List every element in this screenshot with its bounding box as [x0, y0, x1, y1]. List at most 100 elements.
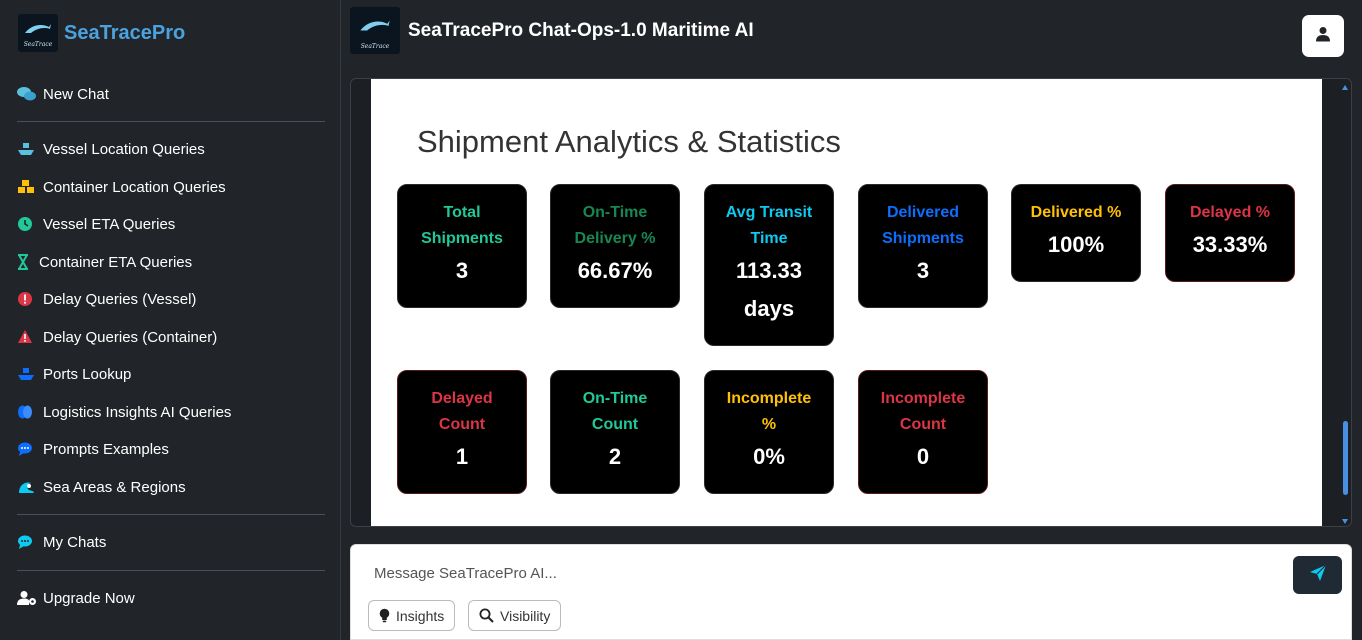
ship-icon	[17, 141, 39, 157]
brand-logo: SeaTrace	[18, 14, 58, 52]
sidebar-item-vessel-eta[interactable]: Vessel ETA Queries	[17, 213, 175, 235]
stat-card-on-time-count: On-Time Count 2	[550, 370, 680, 494]
sidebar-item-label: Delay Queries (Container)	[43, 328, 218, 346]
sidebar-item-ports-lookup[interactable]: Ports Lookup	[17, 363, 131, 385]
stat-card-avg-transit-time: Avg Transit Time 113.33 days	[704, 184, 834, 346]
stat-card-title: On-Time Count	[582, 390, 648, 433]
sidebar: SeaTrace SeaTracePro New Chat Vessel Loc…	[0, 0, 341, 640]
my-chats-label: My Chats	[43, 533, 107, 551]
scroll-up-arrow-icon[interactable]	[1342, 85, 1348, 90]
clock-icon	[17, 216, 39, 232]
stat-card-value: 3	[455, 258, 469, 283]
sidebar-item-container-location[interactable]: Container Location Queries	[17, 176, 226, 198]
new-chat-button[interactable]: New Chat	[17, 83, 109, 105]
stat-card-title: Incomplete%	[726, 390, 812, 433]
sidebar-item-label: Delay Queries (Vessel)	[43, 290, 197, 308]
page-title: SeaTracePro Chat-Ops-1.0 Maritime AI	[408, 20, 754, 41]
upgrade-now-label: Upgrade Now	[43, 589, 135, 607]
wave-icon	[17, 479, 39, 495]
message-input[interactable]	[374, 565, 1274, 582]
message-composer: Insights Visibility	[350, 544, 1352, 640]
upgrade-now-button[interactable]: Upgrade Now	[17, 587, 135, 609]
stat-card-title: On-Time Delivery %	[574, 204, 656, 247]
stat-card-on-time-delivery: On-Time Delivery % 66.67%	[550, 184, 680, 308]
sidebar-item-label: Sea Areas & Regions	[43, 478, 186, 496]
dolphin-icon	[23, 21, 53, 40]
brand-logo-text: SeaTrace	[23, 41, 53, 48]
sidebar-item-delay-container[interactable]: Delay Queries (Container)	[17, 326, 217, 348]
stat-card-incomplete-count: Incomplete Count 0	[858, 370, 988, 494]
visibility-chip[interactable]: Visibility	[468, 600, 562, 631]
stat-card-value: 0	[916, 444, 930, 469]
brand-name: SeaTracePro	[64, 21, 186, 44]
stat-card-value: 100%	[1047, 232, 1105, 257]
stat-card-value: 3	[916, 258, 930, 283]
send-button[interactable]	[1293, 556, 1342, 594]
sidebar-item-label: Container ETA Queries	[39, 253, 193, 271]
visibility-chip-label: Visibility	[500, 607, 551, 624]
stat-card-total-shipments: Total Shipments 3	[397, 184, 527, 308]
stat-card-title: Delivered Shipments	[882, 204, 964, 247]
lightbulb-icon	[379, 608, 390, 623]
insights-chip[interactable]: Insights	[368, 600, 456, 631]
sidebar-item-label: Logistics Insights AI Queries	[43, 403, 232, 421]
chat-scrollbar[interactable]	[1339, 79, 1351, 526]
sidebar-item-vessel-location[interactable]: Vessel Location Queries	[17, 138, 205, 160]
stat-card-value: 0%	[753, 444, 785, 469]
stat-card-delivered-shipments: Delivered Shipments 3	[858, 184, 988, 308]
scrollbar-thumb[interactable]	[1343, 421, 1348, 495]
section-title: Shipment Analytics & Statistics	[417, 124, 841, 159]
stat-card-value: 2	[608, 444, 622, 469]
chat-bubbles-icon	[17, 86, 39, 102]
user-gear-icon	[17, 590, 39, 606]
header-logo: SeaTrace	[350, 7, 400, 54]
sidebar-item-label: Vessel ETA Queries	[43, 215, 176, 233]
new-chat-label: New Chat	[43, 85, 109, 103]
message-content: Shipment Analytics & Statistics Total Shi…	[371, 79, 1322, 526]
brain-icon	[17, 404, 39, 420]
stat-card-value: 66.67%	[577, 258, 653, 283]
stat-card-value: 1	[455, 444, 469, 469]
sidebar-item-container-eta[interactable]: Container ETA Queries	[17, 251, 192, 273]
stat-card-incomplete-percent: Incomplete% 0%	[704, 370, 834, 494]
stat-card-delayed-percent: Delayed % 33.33%	[1165, 184, 1295, 282]
sidebar-divider	[17, 514, 325, 515]
dolphin-icon	[357, 17, 393, 38]
stat-card-delayed-count: Delayed Count 1	[397, 370, 527, 494]
hourglass-icon	[17, 254, 35, 270]
stat-card-delivered-percent: Delivered % 100%	[1011, 184, 1141, 282]
sidebar-divider	[17, 570, 325, 571]
paper-plane-icon	[1309, 564, 1327, 587]
sidebar-item-label: Container Location Queries	[43, 178, 226, 196]
stat-card-title: Delayed %	[1189, 204, 1271, 221]
stat-card-title: Total Shipments	[421, 204, 503, 247]
stat-card-title: Delivered %	[1030, 204, 1122, 221]
search-icon	[479, 608, 494, 623]
port-icon	[17, 366, 39, 382]
insights-chip-label: Insights	[396, 607, 445, 624]
chat-panel: Shipment Analytics & Statistics Total Shi…	[350, 78, 1352, 527]
user-menu-button[interactable]	[1302, 15, 1344, 57]
sidebar-divider	[17, 121, 325, 122]
sidebar-item-logistics-insights[interactable]: Logistics Insights AI Queries	[17, 401, 231, 423]
sidebar-item-prompts-examples[interactable]: Prompts Examples	[17, 438, 169, 460]
my-chats-button[interactable]: My Chats	[17, 531, 106, 553]
alert-circle-icon	[17, 291, 39, 307]
sidebar-item-delay-vessel[interactable]: Delay Queries (Vessel)	[17, 288, 196, 310]
chat-bubble-icon	[17, 534, 39, 550]
sidebar-item-label: Prompts Examples	[43, 440, 169, 458]
user-icon	[1315, 26, 1331, 47]
scroll-down-arrow-icon[interactable]	[1342, 519, 1348, 524]
stat-card-title: Avg Transit Time	[725, 204, 813, 247]
warning-icon	[17, 329, 39, 345]
brand[interactable]: SeaTrace SeaTracePro	[18, 14, 185, 52]
sidebar-item-label: Vessel Location Queries	[43, 140, 205, 158]
stat-card-title: Incomplete Count	[880, 390, 966, 433]
sidebar-item-sea-areas[interactable]: Sea Areas & Regions	[17, 476, 186, 498]
containers-icon	[17, 179, 39, 195]
sidebar-item-label: Ports Lookup	[43, 365, 132, 383]
stat-card-value: 113.33 days	[735, 258, 803, 321]
stat-card-value: 33.33%	[1192, 232, 1268, 257]
chat-bubble-icon	[17, 441, 39, 457]
header: SeaTrace SeaTracePro Chat-Ops-1.0 Mariti…	[341, 0, 1362, 68]
